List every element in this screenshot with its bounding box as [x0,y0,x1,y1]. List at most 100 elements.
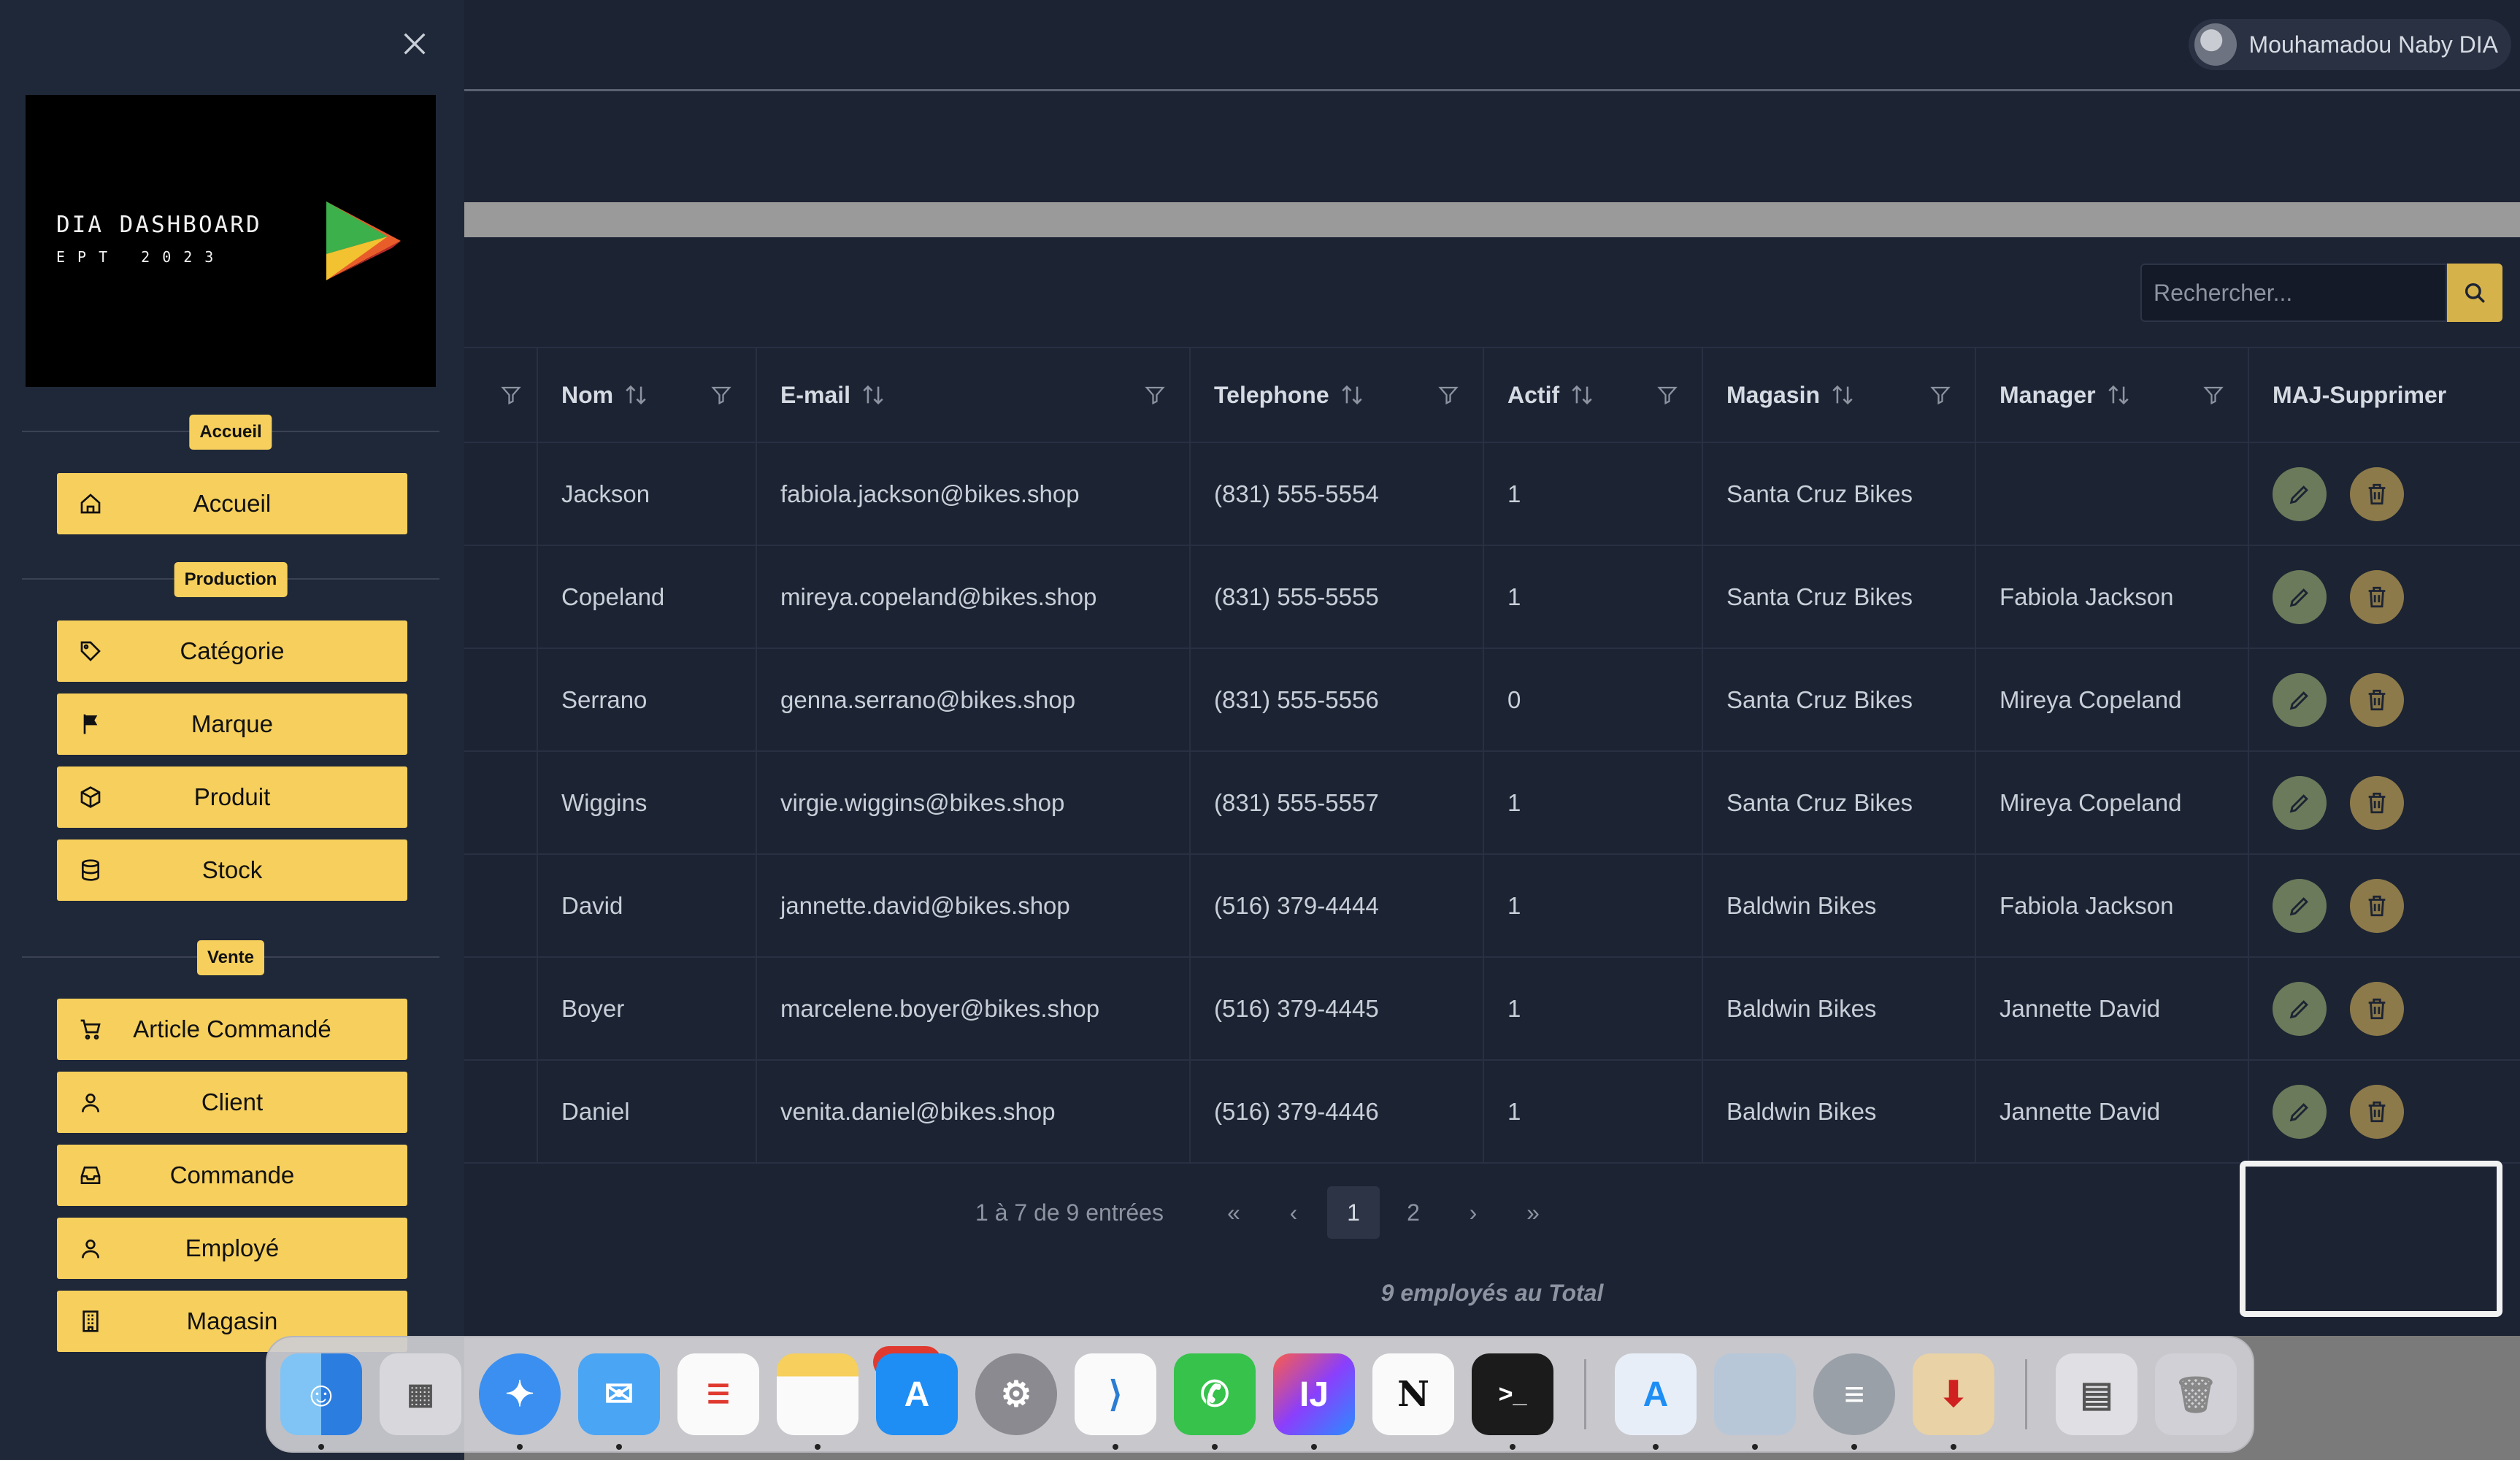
page-button-2[interactable]: 2 [1387,1186,1440,1239]
filter-icon[interactable] [2202,384,2224,406]
instruments-icon[interactable]: A [1615,1353,1697,1435]
filter-icon[interactable] [710,384,732,406]
col-label: Nom [561,381,614,408]
filter-icon[interactable] [1929,384,1951,406]
col-header-actions: MAJ-Supprimer [2248,347,2520,443]
inbox-icon [80,1167,101,1184]
archive-utility-icon[interactable]: ▤ [2056,1353,2137,1435]
delete-button[interactable] [2350,569,2404,624]
search-input[interactable] [2140,264,2447,322]
filter-icon[interactable] [1144,384,1166,406]
table-cell-telephone: (516) 379-4445 [1190,957,1484,1061]
dock-dot [1311,1444,1317,1450]
first-page-button[interactable]: « [1207,1186,1260,1239]
table-cell-actions [2248,854,2520,958]
database-app-icon[interactable]: ≡ [1813,1353,1895,1435]
safari-icon[interactable]: ✦ [479,1353,561,1435]
edit-button[interactable] [2273,672,2327,727]
sidebar-item-produit[interactable]: Produit [57,766,407,828]
table-cell-nom: David [537,854,757,958]
finder-icon[interactable]: ☺ [280,1353,362,1435]
dock-separator [2025,1359,2027,1429]
table-cell-magasin: Santa Cruz Bikes [1702,751,1976,855]
sort-icon[interactable] [1830,383,1855,407]
table-cell-actions [2248,545,2520,649]
trash-icon [2365,791,2389,815]
delete-button[interactable] [2350,672,2404,727]
table-cell-nom: Copeland [537,545,757,649]
edit-button[interactable] [2273,1084,2327,1139]
edit-button[interactable] [2273,981,2327,1036]
sidebar-item-stock[interactable]: Stock [57,840,407,901]
sort-icon[interactable] [1340,383,1364,407]
table-cell-telephone: (516) 379-4446 [1190,1060,1484,1164]
sidebar-item-employe[interactable]: Employé [57,1218,407,1279]
edit-button[interactable] [2273,569,2327,624]
user-icon [82,1094,99,1113]
table-row: Serrano genna.serrano@bikes.shop (831) 555… [464,648,2520,752]
intellij-icon[interactable]: IJ [1273,1353,1355,1435]
reminders-icon[interactable]: ☰ [677,1353,759,1435]
delete-button[interactable] [2350,466,2404,521]
system-settings-icon[interactable]: ⚙ [975,1353,1057,1435]
table-cell-manager: Fabiola Jackson [1975,545,2249,649]
table-cell-actions [2248,751,2520,855]
table-cell-actif: 1 [1483,957,1703,1061]
whatsapp-icon[interactable]: ✆ [1174,1353,1256,1435]
search-button[interactable] [2447,264,2502,322]
table-cell-email: mireya.copeland@bikes.shop [756,545,1191,649]
filter-icon[interactable] [500,384,522,406]
page-button-1[interactable]: 1 [1326,1186,1380,1239]
dock-dot [815,1444,821,1450]
delete-button[interactable] [2350,775,2404,830]
table-cell-actions [2248,442,2520,546]
filter-icon[interactable] [1656,384,1678,406]
trash-icon[interactable]: 🗑 [2155,1353,2237,1435]
notion-icon[interactable]: N [1372,1353,1454,1435]
edit-button[interactable] [2273,466,2327,521]
table-cell-actif: 1 [1483,545,1703,649]
prev-page-button[interactable]: ‹ [1267,1186,1320,1239]
sidebar-item-categorie[interactable]: Catégorie [57,620,407,682]
table-row: Jackson fabiola.jackson@bikes.shop (831) 5… [464,442,2520,546]
sidebar-item-client[interactable]: Client [57,1072,407,1133]
edit-button[interactable] [2273,878,2327,933]
sidebar-item-article-commande[interactable]: Article Commandé [57,999,407,1060]
table-row: Boyer marcelene.boyer@bikes.shop (516) 379… [464,957,2520,1061]
dock-dot [318,1444,324,1450]
launchpad-icon[interactable]: ▦ [380,1353,461,1435]
terminal-icon[interactable]: >_ [1472,1353,1553,1435]
sort-icon[interactable] [861,383,886,407]
sidebar-item-commande[interactable]: Commande [57,1145,407,1206]
preview-icon[interactable] [1714,1353,1796,1435]
mail-icon[interactable]: ✉ [578,1353,660,1435]
trash-icon [2365,996,2389,1021]
delete-button[interactable] [2350,981,2404,1036]
vscode-icon[interactable]: ⟩ [1075,1353,1156,1435]
app-store-icon[interactable]: A [876,1353,958,1435]
sidebar-item-marque[interactable]: Marque [57,694,407,755]
installer-icon[interactable]: ⬇ [1913,1353,1994,1435]
pagination-info: 1 à 7 de 9 entrées [975,1199,1164,1226]
last-page-button[interactable]: » [1507,1186,1559,1239]
sort-icon[interactable] [2106,383,2131,407]
trash-icon [2365,482,2389,507]
user-menu[interactable]: Mouhamadou Naby DIA [2189,19,2511,70]
screenshot-thumbnail[interactable] [2240,1161,2502,1317]
sidebar-item-accueil[interactable]: Accueil [57,473,407,534]
pencil-icon [2287,791,2312,815]
main-content: Nom E-mail Telephone Actif Magasin Manag… [464,237,2520,1336]
sort-icon[interactable] [1570,383,1594,407]
next-page-button[interactable]: › [1447,1186,1499,1239]
col-label: Actif [1507,381,1560,408]
delete-button[interactable] [2350,878,2404,933]
filter-icon[interactable] [1437,384,1459,406]
table-cell-hidden [464,545,538,649]
table-cell-actif: 1 [1483,1060,1703,1164]
edit-button[interactable] [2273,775,2327,830]
notes-icon[interactable] [777,1353,858,1435]
sort-icon[interactable] [623,383,648,407]
close-icon[interactable] [400,29,429,58]
delete-button[interactable] [2350,1084,2404,1139]
table-cell-hidden [464,1060,538,1164]
